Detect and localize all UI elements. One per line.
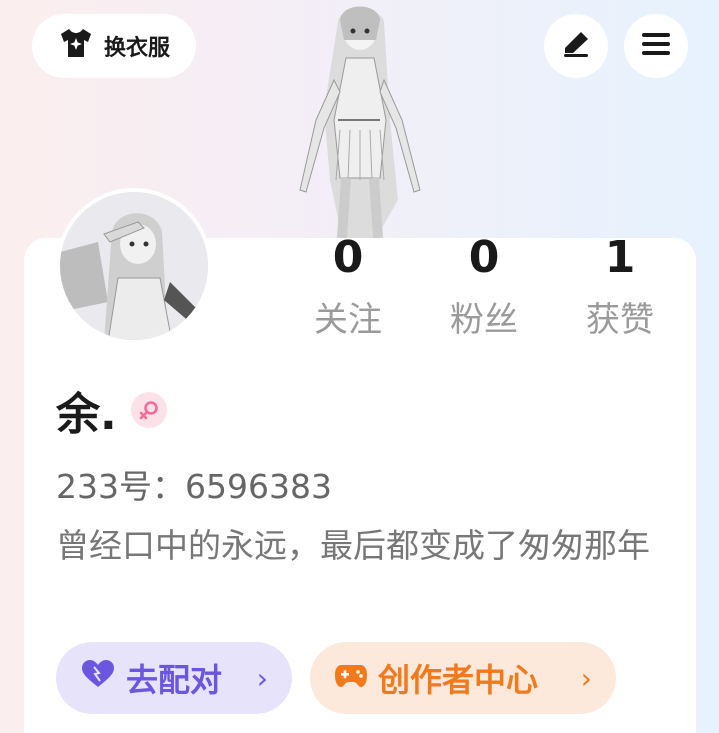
menu-icon <box>640 30 672 62</box>
top-bar: 换衣服 <box>0 0 719 90</box>
tshirt-icon <box>58 27 94 65</box>
stat-value: 0 <box>468 232 500 283</box>
user-id: 233号：6596383 <box>56 467 332 506</box>
creator-center-button[interactable]: 创作者中心 › <box>310 642 616 714</box>
stat-label: 粉丝 <box>450 300 518 340</box>
stat-value: 1 <box>604 232 636 283</box>
dress-up-label: 换衣服 <box>103 36 170 61</box>
menu-button[interactable] <box>624 14 688 78</box>
edit-profile-button[interactable] <box>544 14 608 78</box>
stat-followers[interactable]: 0 粉丝 <box>424 230 544 346</box>
stat-label: 关注 <box>314 300 382 340</box>
gamepad-icon <box>334 659 368 697</box>
stat-value: 0 <box>332 232 364 283</box>
match-label: 去配对 <box>126 661 223 699</box>
female-icon <box>130 392 167 428</box>
stat-label: 获赞 <box>586 300 654 340</box>
stat-likes[interactable]: 1 获赞 <box>560 230 680 346</box>
name-row: 余. <box>56 378 167 442</box>
pencil-icon <box>560 28 592 64</box>
dress-up-button[interactable]: 换衣服 <box>32 14 196 78</box>
profile-bio: 曾经口中的永远，最后都变成了匆匆那年 <box>56 526 650 565</box>
match-button[interactable]: 去配对 › <box>56 642 292 714</box>
creator-center-label: 创作者中心 <box>378 661 539 699</box>
avatar[interactable] <box>56 188 212 344</box>
profile-name: 余. <box>56 389 117 440</box>
chevron-right-icon: › <box>256 661 268 695</box>
heart-icon <box>80 659 116 697</box>
chevron-right-icon: › <box>580 661 592 695</box>
stat-following[interactable]: 0 关注 <box>288 230 408 346</box>
